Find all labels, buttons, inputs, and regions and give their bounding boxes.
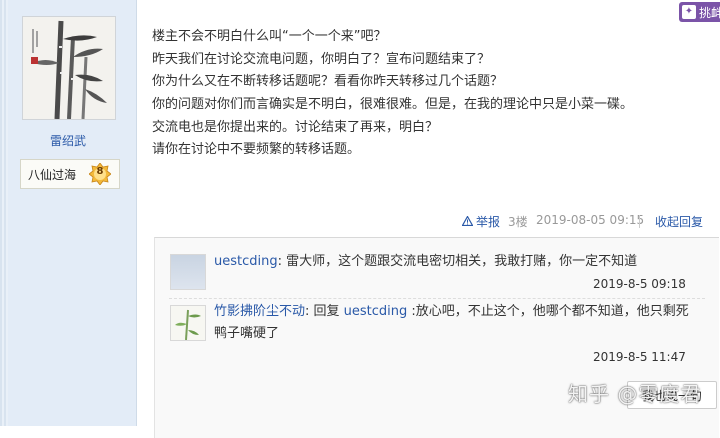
comment-avatar[interactable]	[170, 254, 206, 290]
rank-level-badge-icon: 8	[88, 162, 112, 186]
post-content: 楼主不会不明白什么叫“一个一个来”吧？ 昨天我们在讨论交流电问题，你明白了？宣布…	[152, 26, 633, 162]
post-time: 2019-08-05 09:15	[536, 213, 645, 227]
comment-body: : 雷大师，这个题跟交流电密切相关，我敢打赌，你一定不知道	[277, 254, 638, 269]
warning-icon	[461, 215, 474, 229]
comment-time: 2019-8-5 09:18	[593, 277, 686, 291]
collapse-replies-link[interactable]: 收起回复	[655, 213, 703, 230]
comment-username-link[interactable]: 竹影拂阶尘不动	[214, 304, 305, 319]
bamboo-painting-image	[23, 17, 115, 119]
reply-word: : 回复	[305, 304, 344, 319]
promo-label: 挑衅	[699, 6, 720, 20]
user-avatar[interactable]	[22, 16, 116, 120]
report-label: 举报	[476, 215, 501, 229]
reply-to-username-link[interactable]: uestcding	[344, 304, 408, 319]
gift-icon: ✦	[682, 5, 696, 19]
bamboo-avatar-image	[171, 306, 205, 341]
meta-divider	[639, 215, 640, 228]
rank-level-number: 8	[96, 166, 104, 177]
post-line: 请你在讨论中不要频繁的转移话题。	[152, 142, 361, 158]
watermark: 知乎 @零度君	[568, 382, 702, 406]
comment-body: :放心吧，不止这个，他哪个都不知道，他只剩死	[407, 304, 689, 319]
comment-avatar[interactable]	[170, 305, 206, 341]
comment-time: 2019-8-5 11:47	[593, 350, 686, 364]
post-line: 你的问题对你们而言确实是不明白，很难很难。但是，在我的理论中只是小菜一碟。	[152, 97, 634, 113]
comment-text: 竹影拂阶尘不动: 回复 uestcding :放心吧，不止这个，他哪个都不知道，…	[214, 301, 704, 345]
post-line: 昨天我们在讨论交流电问题，你明白了？宣布问题结束了？	[152, 51, 491, 67]
post-line: 交流电也是你提出来的。讨论结束了再来，明白？	[152, 119, 439, 135]
floor-number: 3楼	[508, 215, 528, 229]
rank-title: 八仙过海	[28, 168, 77, 182]
rank-box: 八仙过海 8	[20, 159, 120, 189]
post-line: 你为什么又在不断转移话题呢？看看你昨天转移过几个话题？	[152, 74, 504, 90]
comment-body-continued: 鸭子嘴硬了	[214, 326, 280, 341]
username-link[interactable]: 雷绍武	[0, 132, 136, 149]
report-link[interactable]: 举报	[461, 213, 501, 230]
comment-text: uestcding: 雷大师，这个题跟交流电密切相关，我敢打赌，你一定不知道	[214, 251, 637, 273]
comment-divider	[169, 298, 705, 299]
promo-tab[interactable]: ✦ 挑衅	[679, 2, 720, 22]
comment-username-link[interactable]: uestcding	[214, 254, 278, 269]
post-meta: 举报 3楼 2019-08-05 09:15 收起回复	[0, 213, 720, 233]
post-line: 楼主不会不明白什么叫“一个一个来”吧？	[152, 29, 387, 44]
